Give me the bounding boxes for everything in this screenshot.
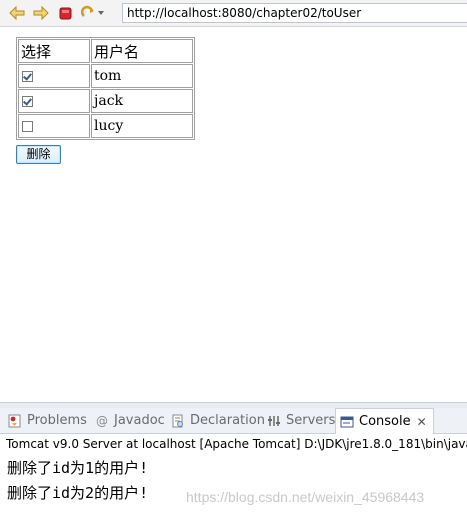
table-header-row: 选择 用户名	[18, 39, 193, 63]
select-cell	[18, 114, 90, 138]
row-checkbox[interactable]	[22, 70, 33, 82]
user-table: 选择 用户名 tom jack lucy	[16, 37, 195, 140]
at-icon: @	[96, 414, 108, 428]
select-cell	[18, 64, 90, 88]
panel-tab-bar: Problems @ Javadoc Declaration Servers C…	[0, 408, 467, 435]
browser-toolbar: http://localhost:8080/chapter02/toUser	[0, 0, 467, 27]
tab-servers[interactable]: Servers	[267, 408, 335, 434]
tab-console[interactable]: Console ✕	[335, 408, 434, 435]
row-checkbox[interactable]	[22, 120, 33, 132]
refresh-icon[interactable]	[80, 4, 106, 22]
table-row: lucy	[18, 114, 193, 138]
row-checkbox[interactable]	[22, 95, 33, 107]
back-arrow-icon[interactable]	[8, 4, 26, 22]
console-icon	[340, 415, 354, 429]
servers-icon	[267, 414, 281, 428]
url-input[interactable]: http://localhost:8080/chapter02/toUser	[122, 3, 467, 23]
console-output: 删除了id为1的用户! 删除了id为2的用户!	[0, 454, 467, 518]
declaration-icon	[171, 414, 185, 428]
column-header-username: 用户名	[91, 39, 193, 63]
username-cell: lucy	[91, 114, 193, 138]
table-row: jack	[18, 89, 193, 113]
console-line: 删除了id为2的用户!	[7, 484, 149, 502]
tab-label: Problems	[27, 413, 87, 428]
stop-icon[interactable]	[56, 4, 74, 22]
table-row: tom	[18, 64, 193, 88]
tab-javadoc[interactable]: @ Javadoc	[95, 408, 165, 434]
select-cell	[18, 89, 90, 113]
watermark: https://blog.csdn.net/weixin_45968443	[186, 489, 425, 505]
problems-icon	[8, 414, 22, 428]
username-cell: tom	[91, 64, 193, 88]
console-line: 删除了id为1的用户!	[7, 459, 149, 477]
console-process-header: Tomcat v9.0 Server at localhost [Apache …	[0, 434, 467, 454]
close-icon[interactable]: ✕	[417, 409, 427, 435]
page-content: 选择 用户名 tom jack lucy 删除	[0, 27, 467, 402]
forward-arrow-icon[interactable]	[32, 4, 50, 22]
tab-label: Console	[359, 414, 411, 429]
tab-problems[interactable]: Problems	[8, 408, 87, 434]
tab-label: Servers	[286, 413, 336, 428]
tab-label: Declaration	[190, 413, 265, 428]
column-header-select: 选择	[18, 39, 90, 63]
tab-label: Javadoc	[114, 413, 165, 428]
tab-declaration[interactable]: Declaration	[171, 408, 265, 434]
delete-button[interactable]: 删除	[16, 145, 61, 164]
username-cell: jack	[91, 89, 193, 113]
